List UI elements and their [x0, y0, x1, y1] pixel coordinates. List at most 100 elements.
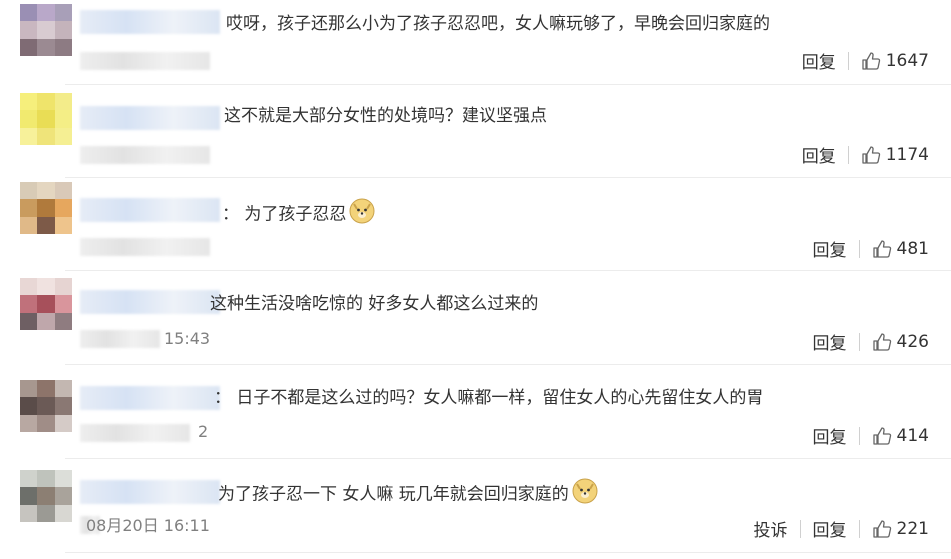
avatar-pixel	[37, 414, 55, 432]
avatar-pixel	[20, 110, 38, 128]
thumbs-up-icon	[861, 51, 881, 71]
like-count: 221	[896, 518, 929, 539]
comment-text-content: 为了孩子忍一下 女人嘛 玩几年就会回归家庭的	[218, 484, 569, 505]
avatar-pixel	[37, 295, 55, 313]
username-blurred[interactable]	[80, 106, 220, 130]
avatar[interactable]	[20, 182, 72, 234]
avatar-pixel	[37, 182, 55, 200]
like-button[interactable]: 426	[872, 332, 929, 352]
avatar-pixel	[54, 312, 72, 330]
avatar-pixel	[20, 414, 38, 432]
avatar-pixel	[54, 504, 72, 522]
reply-button[interactable]: 回复	[813, 236, 847, 261]
avatar[interactable]	[20, 4, 72, 56]
avatar-pixel	[37, 93, 55, 111]
like-button[interactable]: 481	[872, 239, 929, 259]
avatar-pixel	[37, 4, 55, 22]
comment-divider	[65, 84, 951, 85]
thumbs-up-icon	[872, 426, 892, 446]
comment-text-content: ： 为了孩子忍忍	[222, 204, 347, 225]
avatar-pixel	[20, 278, 38, 296]
meta-blurred	[80, 424, 190, 442]
meta-blurred	[80, 238, 210, 256]
avatar-pixel	[54, 278, 72, 296]
avatar-pixel	[20, 182, 38, 200]
avatar-pixel	[20, 21, 38, 39]
comment-text: 这不就是大部分女性的处境吗？建议坚强点	[224, 106, 547, 126]
avatar-pixel	[54, 199, 72, 217]
like-button[interactable]: 1647	[861, 51, 929, 71]
meta-blurred	[80, 330, 160, 348]
avatar-pixel	[54, 38, 72, 56]
avatar-pixel	[54, 93, 72, 111]
avatar-pixel	[37, 216, 55, 234]
like-button[interactable]: 1174	[861, 145, 929, 165]
avatar-pixel	[20, 380, 38, 398]
avatar-pixel	[54, 21, 72, 39]
action-separator	[858, 426, 860, 445]
avatar[interactable]	[20, 93, 72, 145]
username-blurred[interactable]	[80, 480, 220, 504]
reply-button[interactable]: 回复	[813, 423, 847, 448]
avatar[interactable]	[20, 470, 72, 522]
comment-divider	[65, 177, 951, 178]
reply-button[interactable]: 回复	[802, 48, 836, 73]
avatar[interactable]	[20, 380, 72, 432]
thumbs-up-icon	[872, 519, 892, 539]
username-blurred[interactable]	[80, 10, 220, 34]
avatar-pixel	[20, 295, 38, 313]
avatar-pixel	[37, 470, 55, 488]
reply-button[interactable]: 回复	[813, 329, 847, 354]
comment-actions: 回复 1174	[802, 142, 929, 168]
comment-time: 15:43	[164, 329, 211, 348]
like-button[interactable]: 221	[872, 519, 929, 539]
avatar-pixel	[20, 397, 38, 415]
avatar-pixel	[20, 127, 38, 145]
reply-button[interactable]: 回复	[802, 142, 836, 167]
avatar-pixel	[20, 470, 38, 488]
avatar[interactable]	[20, 278, 72, 330]
avatar-pixel	[37, 127, 55, 145]
avatar-pixel	[37, 312, 55, 330]
avatar-pixel	[54, 127, 72, 145]
avatar-pixel	[37, 110, 55, 128]
avatar-pixel	[37, 38, 55, 56]
avatar-pixel	[20, 93, 38, 111]
username-blurred[interactable]	[80, 198, 220, 222]
like-count: 481	[896, 238, 929, 259]
avatar-pixel	[20, 38, 38, 56]
avatar-pixel	[20, 216, 38, 234]
avatar-pixel	[37, 380, 55, 398]
avatar-pixel	[20, 4, 38, 22]
avatar-pixel	[20, 487, 38, 505]
avatar-pixel	[54, 487, 72, 505]
action-separator	[847, 51, 849, 70]
action-separator	[858, 519, 860, 538]
avatar-pixel	[37, 397, 55, 415]
comment-time: 2	[198, 422, 209, 441]
comment-actions: 回复 414	[813, 423, 929, 449]
avatar-pixel	[54, 380, 72, 398]
like-count: 1647	[885, 50, 929, 71]
avatar-pixel	[37, 21, 55, 39]
like-count: 414	[896, 425, 929, 446]
meta-blurred	[80, 146, 210, 164]
comment-text: ： 为了孩子忍忍	[222, 198, 375, 231]
comment-divider	[65, 270, 951, 271]
username-blurred[interactable]	[80, 290, 220, 314]
thumbs-up-icon	[872, 332, 892, 352]
comment-divider	[65, 364, 951, 365]
avatar-pixel	[20, 312, 38, 330]
comment-actions: 回复 1647	[802, 48, 929, 74]
comment-divider	[65, 458, 951, 459]
comment-text: ： 日子不都是这么过的吗？女人嘛都一样，留住女人的心先留住女人的胃	[214, 388, 764, 408]
reply-button[interactable]: 回复	[813, 516, 847, 541]
avatar-pixel	[37, 504, 55, 522]
report-button[interactable]: 投诉	[754, 516, 788, 541]
like-count: 1174	[885, 144, 929, 165]
avatar-pixel	[37, 199, 55, 217]
like-button[interactable]: 414	[872, 426, 929, 446]
comment-actions: 投诉 回复 221	[754, 516, 929, 542]
username-blurred[interactable]	[80, 386, 220, 410]
action-separator	[858, 239, 860, 258]
